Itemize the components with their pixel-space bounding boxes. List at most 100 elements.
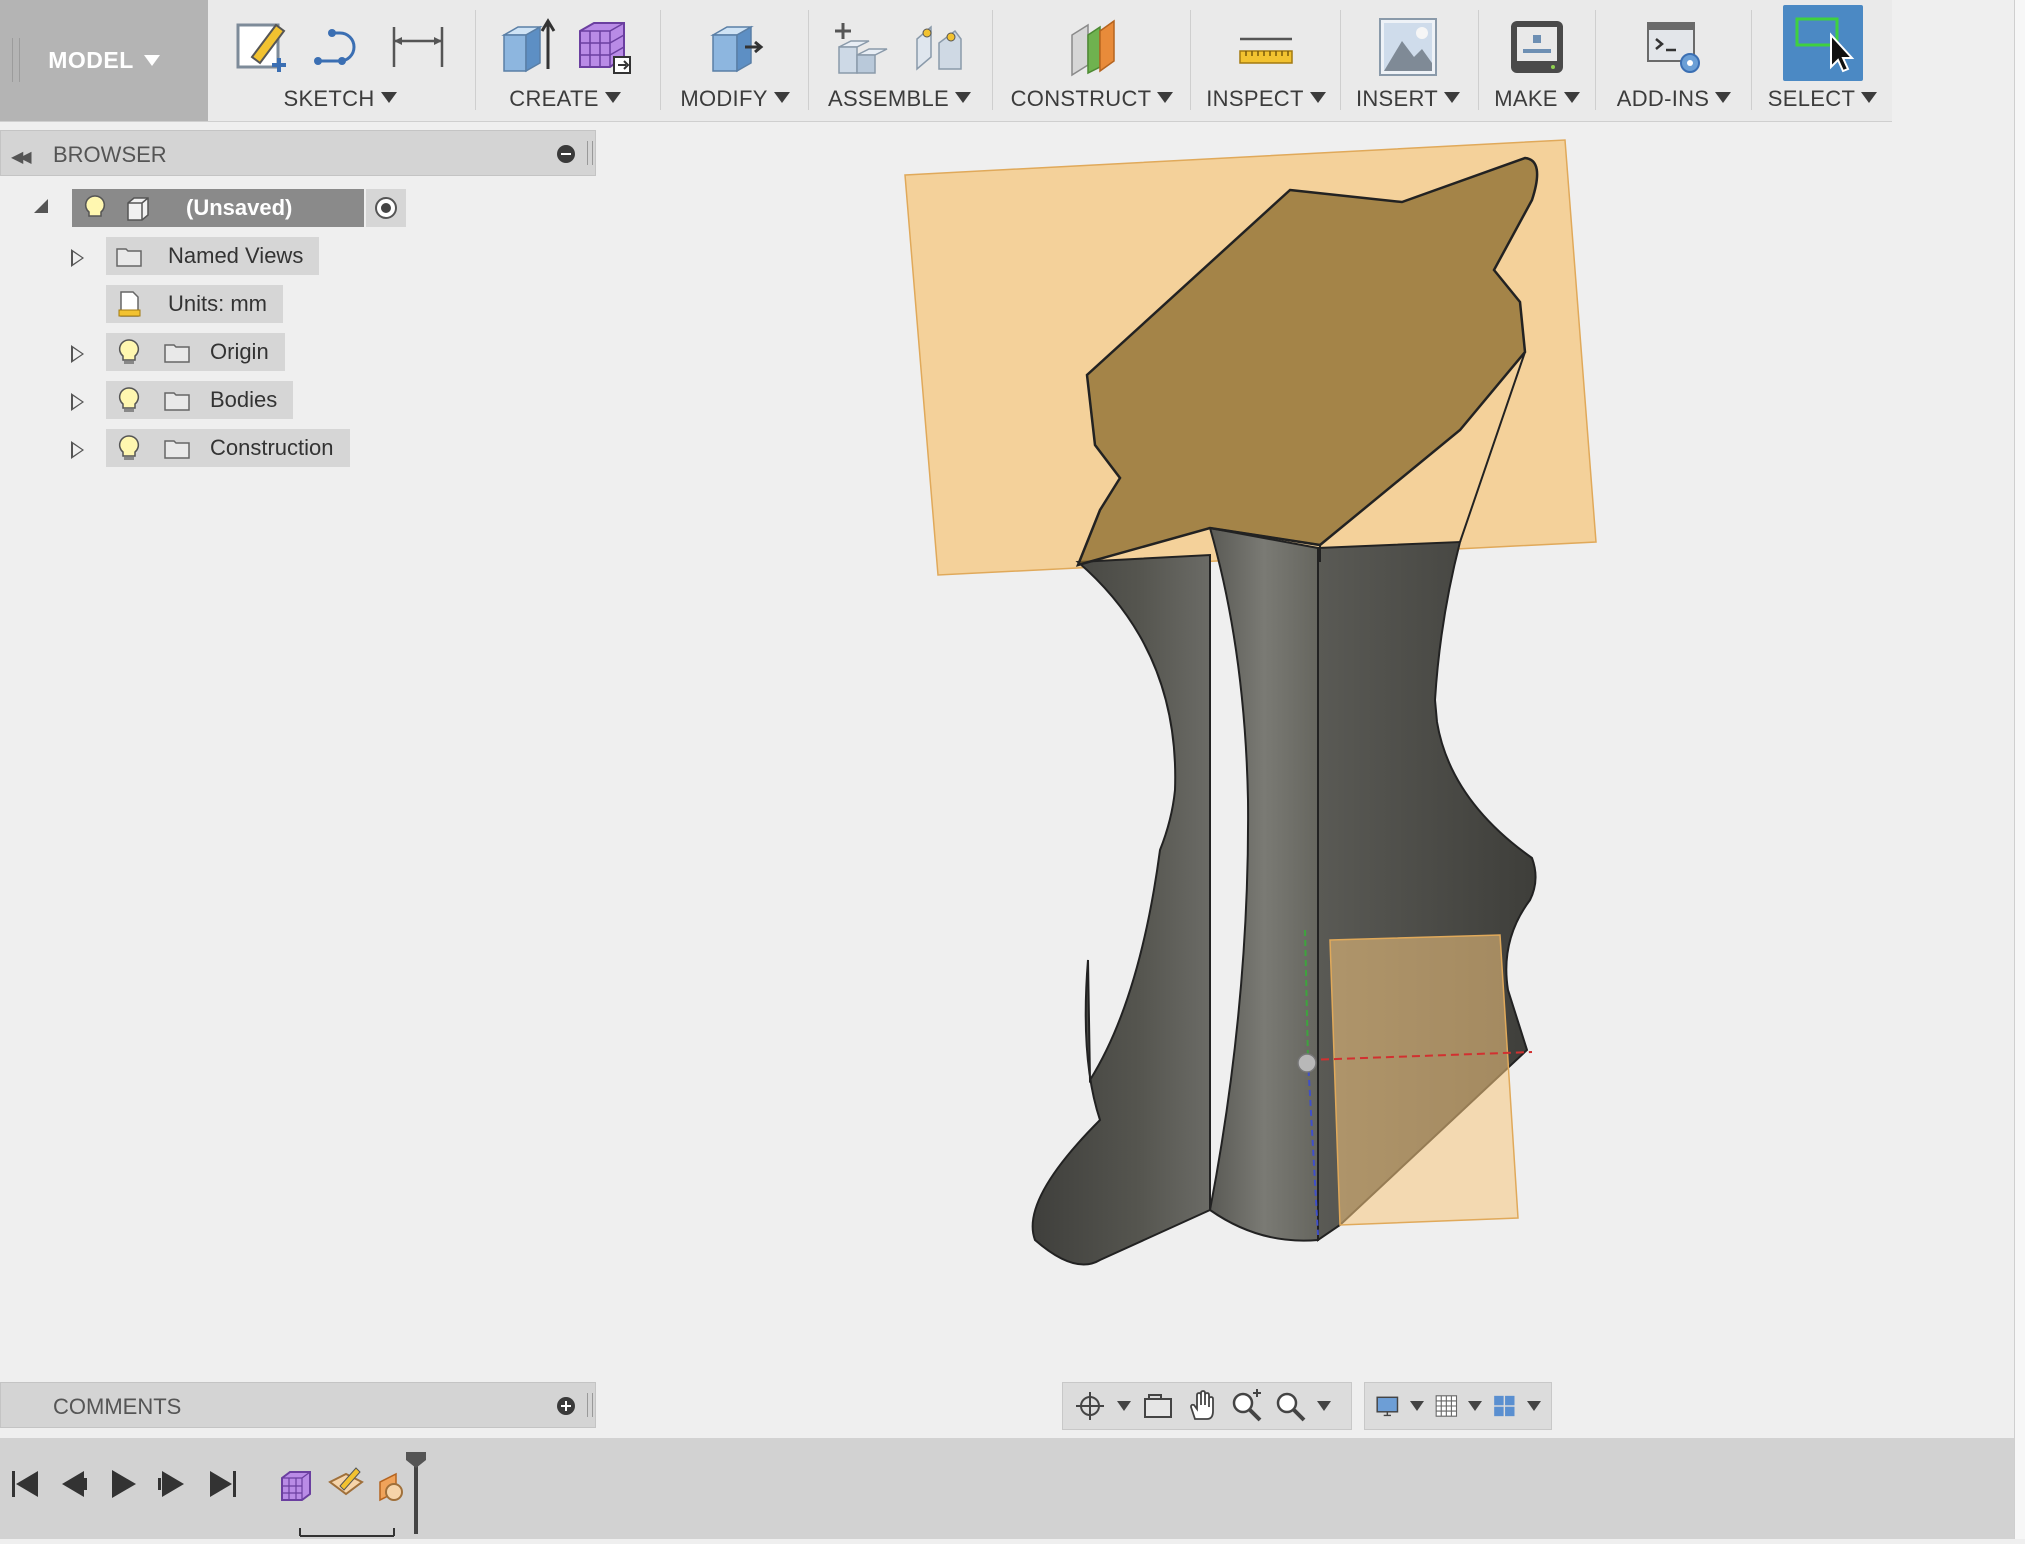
create-menu[interactable]: CREATE [480,86,650,112]
addins-menu[interactable]: ADD-INS [1598,86,1750,112]
lightbulb-icon[interactable] [114,337,144,367]
chevron-down-icon[interactable] [1317,1401,1331,1411]
tree-row-bodies[interactable]: Bodies [106,381,294,419]
press-pull-icon[interactable] [705,17,765,77]
modify-menu[interactable]: MODIFY [665,86,805,112]
toolbar-divider [660,10,661,110]
lightbulb-icon[interactable] [114,433,144,463]
collapse-panel-icon[interactable]: ◀◀ [11,147,32,167]
timeline-plane-feature-icon[interactable] [379,1472,403,1502]
chevron-down-icon[interactable] [1468,1401,1483,1411]
body-left-flute[interactable] [1031,553,1211,1266]
inspect-menu[interactable]: INSPECT [1195,86,1337,112]
select-menu[interactable]: SELECT [1755,86,1890,112]
tree-row-units[interactable]: Units: mm [106,285,283,323]
timeline-sketch-feature-icon[interactable] [328,1467,364,1496]
orbit-icon[interactable] [1073,1389,1107,1423]
chevron-down-icon [955,92,971,103]
insert-group[interactable]: INSERT [1343,0,1473,121]
create-group[interactable]: CREATE [480,0,650,121]
3d-viewport[interactable] [600,122,2012,1382]
pan-hand-icon[interactable] [1185,1389,1219,1423]
create-sketch-icon[interactable] [232,17,292,77]
toolbar-divider [1751,10,1752,110]
chevron-down-icon[interactable] [1527,1401,1542,1411]
expand-bodies-icon[interactable] [71,393,84,411]
panel-grip-icon[interactable] [587,1393,593,1417]
sketch-menu[interactable]: SKETCH [215,86,465,112]
make-menu[interactable]: MAKE [1482,86,1592,112]
minimize-panel-icon[interactable] [557,145,575,163]
inspect-group[interactable]: INSPECT [1195,0,1337,121]
toolbar-divider [992,10,993,110]
step-back-icon[interactable] [62,1471,87,1497]
tree-row-root[interactable]: (Unsaved) [72,189,406,227]
expand-construction-icon[interactable] [71,441,84,459]
select-group[interactable]: SELECT [1755,0,1890,121]
form-icon[interactable] [574,17,634,77]
extrude-icon[interactable] [496,17,556,77]
chevron-down-icon[interactable] [1117,1401,1131,1411]
tree-collapse-icon[interactable] [34,199,48,213]
display-settings-icon[interactable] [1375,1389,1400,1423]
workspace-switcher[interactable]: MODEL [0,0,208,121]
insert-menu[interactable]: INSERT [1343,86,1473,112]
tree-row-construction[interactable]: Construction [106,429,350,467]
play-icon[interactable] [112,1470,136,1498]
chevron-down-icon [773,92,790,103]
toolbar-grip-icon[interactable] [12,38,20,82]
activate-component-button[interactable] [366,189,406,227]
select-arrow-icon [1795,17,1854,73]
chevron-down-icon[interactable] [1409,1401,1424,1411]
named-views-label: Named Views [168,243,304,268]
line-arc-icon[interactable] [310,17,370,77]
right-window-edge [2014,0,2025,1539]
timeline-marker[interactable] [406,1452,426,1534]
viewports-icon[interactable] [1492,1389,1517,1423]
comments-panel-header[interactable]: COMMENTS [0,1382,596,1428]
insert-image-icon[interactable] [1378,17,1438,77]
scripts-addins-icon[interactable] [1644,17,1704,77]
assemble-group[interactable]: ASSEMBLE [812,0,987,121]
make-group[interactable]: MAKE [1482,0,1592,121]
origin-point[interactable] [1297,1053,1317,1073]
modify-group[interactable]: MODIFY [665,0,805,121]
joint-icon[interactable] [909,17,969,77]
browser-panel-header[interactable]: ◀◀ BROWSER [0,130,596,176]
panel-grip-icon[interactable] [587,141,593,165]
lightbulb-icon[interactable] [80,193,110,223]
step-forward-icon[interactable] [158,1471,184,1497]
chevron-down-icon [380,92,397,103]
construct-menu[interactable]: CONSTRUCT [996,86,1188,112]
3d-print-icon[interactable] [1507,17,1567,77]
expand-origin-icon[interactable] [71,345,84,363]
look-at-icon[interactable] [1141,1389,1175,1423]
construct-group[interactable]: CONSTRUCT [996,0,1188,121]
lightbulb-icon[interactable] [114,385,144,415]
toolbar-divider [1478,10,1479,110]
add-comment-icon[interactable] [557,1397,575,1415]
tree-row-named-views[interactable]: Named Views [106,237,320,275]
go-to-end-icon[interactable] [210,1471,236,1497]
go-to-start-icon[interactable] [12,1471,38,1497]
measure-icon[interactable] [1236,17,1296,77]
timeline-form-feature-icon[interactable] [281,1471,311,1501]
chevron-down-icon [1861,92,1878,103]
tree-row-origin[interactable]: Origin [106,333,285,371]
addins-group[interactable]: ADD-INS [1598,0,1750,121]
bottom-construction-plane[interactable] [1329,934,1519,1226]
expand-named-views-icon[interactable] [71,249,84,267]
dimension-icon[interactable] [388,17,448,77]
display-settings-bar [1364,1382,1552,1430]
component-icon [127,197,149,221]
grid-settings-icon[interactable] [1434,1389,1459,1423]
offset-plane-icon[interactable] [1062,17,1122,77]
new-component-icon[interactable] [831,17,891,77]
sketch-group[interactable]: SKETCH [215,0,465,121]
timeline-group-bracket [299,1528,395,1537]
body-center-face[interactable] [1208,526,1319,1242]
fit-zoom-icon[interactable] [1273,1389,1307,1423]
assemble-menu[interactable]: ASSEMBLE [812,86,987,112]
select-tool-button[interactable] [1782,5,1863,81]
zoom-icon[interactable] [1229,1389,1263,1423]
